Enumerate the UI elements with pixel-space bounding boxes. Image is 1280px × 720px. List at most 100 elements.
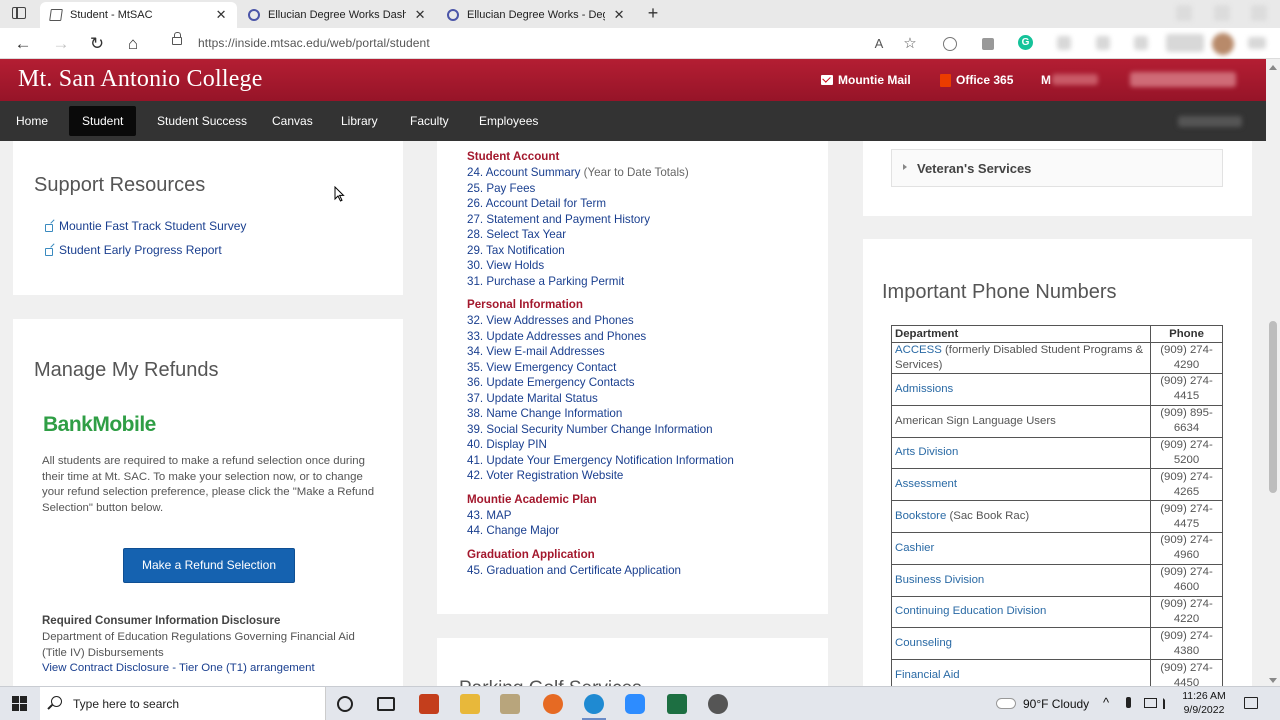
edge-icon[interactable] <box>584 694 604 714</box>
department-link[interactable]: Counseling <box>895 637 952 649</box>
obs-icon[interactable] <box>708 694 728 714</box>
extension-icon[interactable] <box>943 37 957 51</box>
office-365-link[interactable]: Office 365 <box>940 73 1013 87</box>
blurred-sync-button[interactable] <box>1166 34 1204 52</box>
list-item[interactable]: 37. Update Marital Status <box>467 391 817 407</box>
collections-icon[interactable] <box>982 38 994 50</box>
list-item[interactable]: 30. View Holds <box>467 258 817 274</box>
list-item[interactable]: 31. Purchase a Parking Permit <box>467 274 817 290</box>
task-view-icon[interactable] <box>377 697 395 711</box>
mountie-mail-link[interactable]: Mountie Mail <box>821 73 911 87</box>
profile-avatar[interactable] <box>1212 33 1234 55</box>
media-player-icon[interactable] <box>500 694 520 714</box>
settings-menu-icon[interactable] <box>1248 37 1266 49</box>
department-link[interactable]: Bookstore <box>895 510 946 522</box>
department-link[interactable]: Assessment <box>895 478 957 490</box>
department-link[interactable]: Business Division <box>895 574 984 586</box>
page-scrollbar[interactable] <box>1266 59 1280 686</box>
department-link[interactable]: Cashier <box>895 542 934 554</box>
list-item[interactable]: 25. Pay Fees <box>467 181 817 197</box>
url-field[interactable]: https://inside.mtsac.edu/web/portal/stud… <box>198 36 430 50</box>
tab-degree-works-degree[interactable]: Ellucian Degree Works - Degree ✕ <box>437 2 635 28</box>
network-icon[interactable] <box>1144 698 1157 708</box>
list-item[interactable]: 45. Graduation and Certificate Applicati… <box>467 563 817 579</box>
notifications-icon[interactable] <box>1244 697 1258 709</box>
blurred-extension-icon[interactable] <box>1057 36 1071 50</box>
scroll-up-arrow-icon[interactable] <box>1269 65 1277 70</box>
new-tab-button[interactable]: + <box>643 3 663 23</box>
nav-canvas[interactable]: Canvas <box>259 101 326 141</box>
blurred-extension-icon[interactable] <box>1096 36 1110 50</box>
list-item[interactable]: 33. Update Addresses and Phones <box>467 329 817 345</box>
back-icon[interactable]: ← <box>12 33 34 55</box>
blurred-user-name[interactable] <box>1130 72 1236 87</box>
bankmobile-logo[interactable]: BankMobile <box>43 413 156 437</box>
list-item[interactable]: 40. Display PIN <box>467 437 817 453</box>
list-item[interactable]: 24. Account Summary (Year to Date Totals… <box>467 165 817 181</box>
weather-text[interactable]: 90°F Cloudy <box>1023 697 1089 711</box>
make-refund-selection-button[interactable]: Make a Refund Selection <box>123 548 295 583</box>
chevron-up-icon[interactable]: ^ <box>1103 695 1109 710</box>
college-title[interactable]: Mt. San Antonio College <box>18 66 263 93</box>
minimize-icon[interactable] <box>1176 5 1192 21</box>
close-tab-icon[interactable]: ✕ <box>215 7 227 23</box>
close-tab-icon[interactable]: ✕ <box>613 7 625 23</box>
file-explorer-icon[interactable] <box>460 694 480 714</box>
department-link[interactable]: Arts Division <box>895 446 958 458</box>
list-item[interactable]: 26. Account Detail for Term <box>467 196 817 212</box>
list-item[interactable]: 34. View E-mail Addresses <box>467 344 817 360</box>
nav-student[interactable]: Student <box>69 106 137 136</box>
lock-icon[interactable] <box>172 32 182 45</box>
refresh-icon[interactable]: ↻ <box>86 33 108 55</box>
close-window-icon[interactable] <box>1251 5 1267 21</box>
list-item[interactable]: 28. Select Tax Year <box>467 227 817 243</box>
list-item[interactable]: 41. Update Your Emergency Notification I… <box>467 453 817 469</box>
department-link[interactable]: Continuing Education Division <box>895 605 1046 617</box>
list-item[interactable]: 44. Change Major <box>467 523 817 539</box>
list-item[interactable]: 29. Tax Notification <box>467 243 817 259</box>
list-item[interactable]: 43. MAP <box>467 508 817 524</box>
nav-student-success[interactable]: Student Success <box>144 101 260 141</box>
grammarly-icon[interactable]: G <box>1018 35 1033 50</box>
zoom-icon[interactable] <box>625 694 645 714</box>
read-aloud-icon[interactable]: A <box>870 35 888 53</box>
home-icon[interactable]: ⌂ <box>122 33 144 55</box>
scrollbar-thumb[interactable] <box>1269 321 1277 493</box>
nav-employees[interactable]: Employees <box>466 101 551 141</box>
list-item[interactable]: 39. Social Security Number Change Inform… <box>467 422 817 438</box>
list-item[interactable]: 36. Update Emergency Contacts <box>467 375 817 391</box>
nav-faculty[interactable]: Faculty <box>397 101 462 141</box>
tab-degree-works-dashboard[interactable]: Ellucian Degree Works Dashboard ✕ <box>238 2 436 28</box>
microphone-icon[interactable] <box>1126 697 1131 708</box>
volume-icon[interactable] <box>1163 698 1174 709</box>
contract-disclosure-link[interactable]: View Contract Disclosure - Tier One (T1)… <box>42 662 315 674</box>
nav-home[interactable]: Home <box>3 101 61 141</box>
system-clock[interactable]: 11:26 AM 9/9/2022 <box>1182 689 1226 717</box>
progress-report-link[interactable]: Student Early Progress Report <box>45 243 222 257</box>
cortana-icon[interactable] <box>337 696 353 712</box>
taskbar-search-box[interactable]: Type here to search <box>40 687 326 720</box>
veterans-services-accordion[interactable]: Veteran's Services <box>891 149 1223 187</box>
blurred-header-link[interactable] <box>1052 74 1098 85</box>
close-tab-icon[interactable]: ✕ <box>414 7 426 23</box>
list-item[interactable]: 38. Name Change Information <box>467 406 817 422</box>
blurred-extension-icon[interactable] <box>1134 36 1148 50</box>
windows-start-icon[interactable] <box>12 696 28 712</box>
list-item[interactable]: 27. Statement and Payment History <box>467 212 817 228</box>
list-item[interactable]: 32. View Addresses and Phones <box>467 313 817 329</box>
excel-icon[interactable] <box>667 694 687 714</box>
nav-library[interactable]: Library <box>328 101 391 141</box>
firefox-icon[interactable] <box>543 694 563 714</box>
powerpoint-icon[interactable] <box>419 694 439 714</box>
scroll-down-arrow-icon[interactable] <box>1269 678 1277 683</box>
tab-actions-icon[interactable] <box>12 7 26 19</box>
blurred-sign-out-link[interactable] <box>1178 116 1242 127</box>
department-link[interactable]: ACCESS <box>895 344 942 356</box>
favorite-star-icon[interactable]: ☆ <box>901 35 919 53</box>
maximize-icon[interactable] <box>1214 5 1230 21</box>
department-link[interactable]: Financial Aid <box>895 669 960 681</box>
forward-icon[interactable]: → <box>50 33 72 55</box>
department-link[interactable]: Admissions <box>895 383 953 395</box>
list-item[interactable]: 42. Voter Registration Website <box>467 468 817 484</box>
tab-student-mtsac[interactable]: Student - MtSAC ✕ <box>40 2 237 28</box>
